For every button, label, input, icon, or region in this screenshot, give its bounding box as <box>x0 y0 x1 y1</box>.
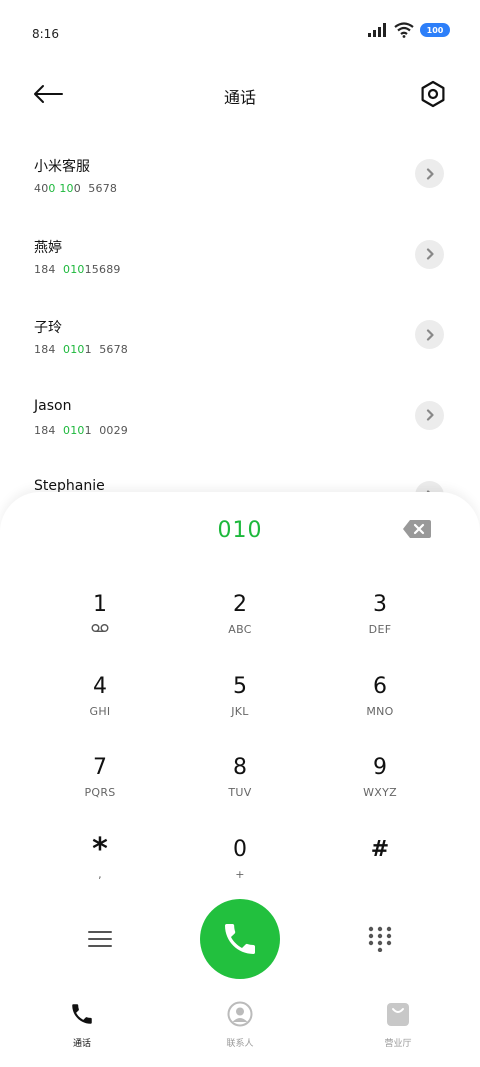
key-digit: 1 <box>93 592 107 617</box>
contact-list: 小米客服 400 100 5678 燕婷 184 01015689 子玲 184… <box>0 140 480 543</box>
key-letters: + <box>235 867 245 881</box>
key-8[interactable]: 8 TUV <box>170 753 310 833</box>
number-match-segment: 010 <box>63 343 85 356</box>
header: 通话 <box>0 68 480 122</box>
contact-number: 184 01015689 <box>34 263 121 276</box>
dialer-actions <box>0 898 480 980</box>
contact-detail-button[interactable] <box>415 159 444 188</box>
contact-number: 184 0101 0029 <box>34 424 128 437</box>
number-segment: 184 <box>34 423 63 437</box>
tab-contacts[interactable]: 联系人 <box>190 1000 290 1060</box>
contact-name: 小米客服 <box>34 159 90 175</box>
number-segment: 15689 <box>84 262 121 276</box>
wifi-icon <box>394 22 414 38</box>
contact-detail-button[interactable] <box>415 320 444 349</box>
tab-label: 联系人 <box>226 1039 254 1049</box>
key-3[interactable]: 3 DEF <box>310 590 450 670</box>
shopping-bag-icon <box>384 1000 412 1028</box>
key-digit: 7 <box>93 755 107 780</box>
number-match-segment: 0 <box>48 182 56 195</box>
number-match-segment: 010 <box>63 423 85 437</box>
number-match-segment: 010 <box>63 262 85 276</box>
battery-icon: 100 <box>420 23 450 37</box>
contact-detail-button[interactable] <box>415 400 444 430</box>
key-letters: WXYZ <box>363 786 397 799</box>
tab-service-hall[interactable]: 营业厅 <box>348 1000 448 1060</box>
tab-calls[interactable]: 通话 <box>32 1000 132 1060</box>
key-letters: DEF <box>368 623 392 636</box>
contact-name: 燕婷 <box>34 239 62 256</box>
call-button[interactable] <box>200 899 280 979</box>
contact-row[interactable]: 子玲 184 0101 5678 <box>0 301 480 382</box>
number-segment: 1 5678 <box>84 343 128 356</box>
contact-row[interactable]: Jason 184 0101 0029 <box>0 382 480 463</box>
key-letters: PQRS <box>84 786 116 799</box>
key-digit: * <box>92 831 108 867</box>
key-digit: 9 <box>373 755 387 780</box>
contact-number: 184 0101 5678 <box>34 343 128 356</box>
key-2[interactable]: 2 ABC <box>170 590 310 670</box>
keypad-panel: 010 1 2 ABC 3 DEF 4 GHI 5 JKL 6 MNO 7 PQ… <box>0 492 480 1067</box>
contact-row[interactable]: 小米客服 400 100 5678 <box>0 140 480 221</box>
menu-button[interactable] <box>85 924 115 954</box>
contact-detail-button[interactable] <box>415 239 444 269</box>
contact-name: 子玲 <box>34 320 62 336</box>
key-7[interactable]: 7 PQRS <box>30 753 170 833</box>
key-letters: , <box>98 867 102 881</box>
dialpad-toggle-button[interactable] <box>365 924 395 954</box>
key-letters: GHI <box>89 704 111 718</box>
delete-button[interactable] <box>402 519 432 539</box>
key-digit: 8 <box>233 755 247 780</box>
key-digit: 6 <box>373 673 387 699</box>
key-letters: ABC <box>228 623 252 636</box>
page-title: 通话 <box>223 88 256 107</box>
key-digit: 3 <box>373 592 387 617</box>
key-9[interactable]: 9 WXYZ <box>310 753 450 833</box>
key-letters <box>91 623 109 637</box>
settings-button[interactable] <box>418 78 448 110</box>
key-6[interactable]: 6 MNO <box>310 672 450 752</box>
chevron-right-icon <box>426 167 434 180</box>
status-bar: 8:16 100 <box>0 0 480 68</box>
number-segment: 1 0029 <box>84 423 128 437</box>
key-letters: MNO <box>366 704 394 718</box>
number-segment: 0 5678 <box>73 182 118 195</box>
tab-label: 营业厅 <box>384 1039 412 1049</box>
key-1[interactable]: 1 <box>30 590 170 670</box>
number-segment: 184 <box>34 262 63 276</box>
tab-label: 通话 <box>72 1039 91 1049</box>
key-5[interactable]: 5 JKL <box>170 672 310 752</box>
key-digit: 0 <box>233 836 247 862</box>
phone-icon <box>225 924 255 954</box>
chevron-right-icon <box>426 409 434 421</box>
status-icons: 100 <box>368 22 450 38</box>
chevron-right-icon <box>426 248 434 260</box>
contact-number: 400 100 5678 <box>34 182 117 195</box>
contact-name: Jason <box>34 397 72 414</box>
key-letters: JKL <box>231 704 249 718</box>
status-time: 8:16 <box>32 27 59 41</box>
voicemail-icon <box>91 624 109 632</box>
key-digit: 2 <box>233 592 247 617</box>
signal-icon <box>368 23 386 37</box>
contact-row[interactable]: 燕婷 184 01015689 <box>0 221 480 302</box>
key-4[interactable]: 4 GHI <box>30 672 170 752</box>
person-icon <box>226 1000 254 1028</box>
number-segment: 40 <box>34 182 49 195</box>
menu-icon <box>88 931 112 947</box>
backspace-icon <box>403 520 431 538</box>
key-letters: TUV <box>228 786 252 799</box>
number-segment: 184 <box>34 343 63 356</box>
number-match-segment: 10 <box>59 182 74 195</box>
key-digit: 4 <box>93 673 107 699</box>
hexagon-settings-icon <box>421 80 445 108</box>
key-digit: 5 <box>233 673 247 699</box>
phone-icon <box>68 1000 96 1028</box>
chevron-right-icon <box>426 328 434 341</box>
dialpad-icon <box>368 926 392 952</box>
tab-bar: 通话 联系人 营业厅 <box>0 1000 480 1067</box>
key-digit: # <box>370 836 390 862</box>
